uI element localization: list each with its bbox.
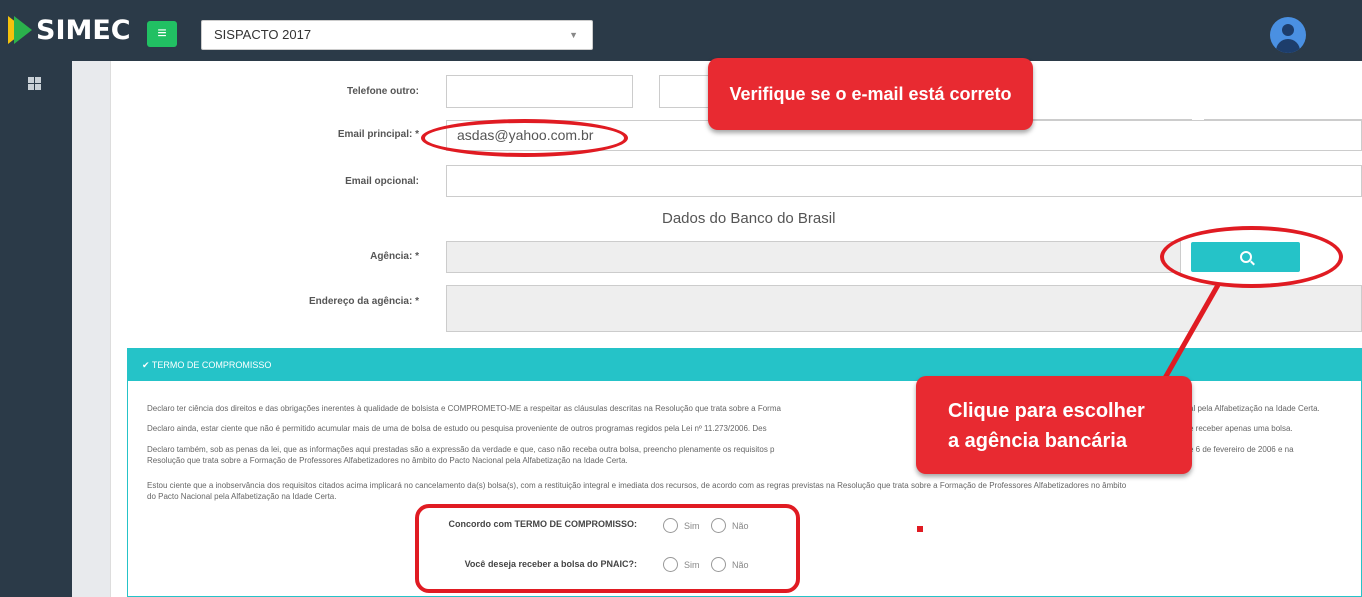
agencia-callout-text-1: Clique para escolher: [948, 400, 1145, 422]
agencia-callout: Clique para escolher a agência bancária: [916, 376, 1192, 474]
agencia-callout-text-2: a agência bancária: [948, 430, 1127, 452]
email-callout: Verifique se o e-mail está correto: [708, 58, 1033, 130]
annotation-connector-line: [1162, 283, 1221, 380]
email-callout-text: Verifique se o e-mail está correto: [729, 84, 1012, 104]
